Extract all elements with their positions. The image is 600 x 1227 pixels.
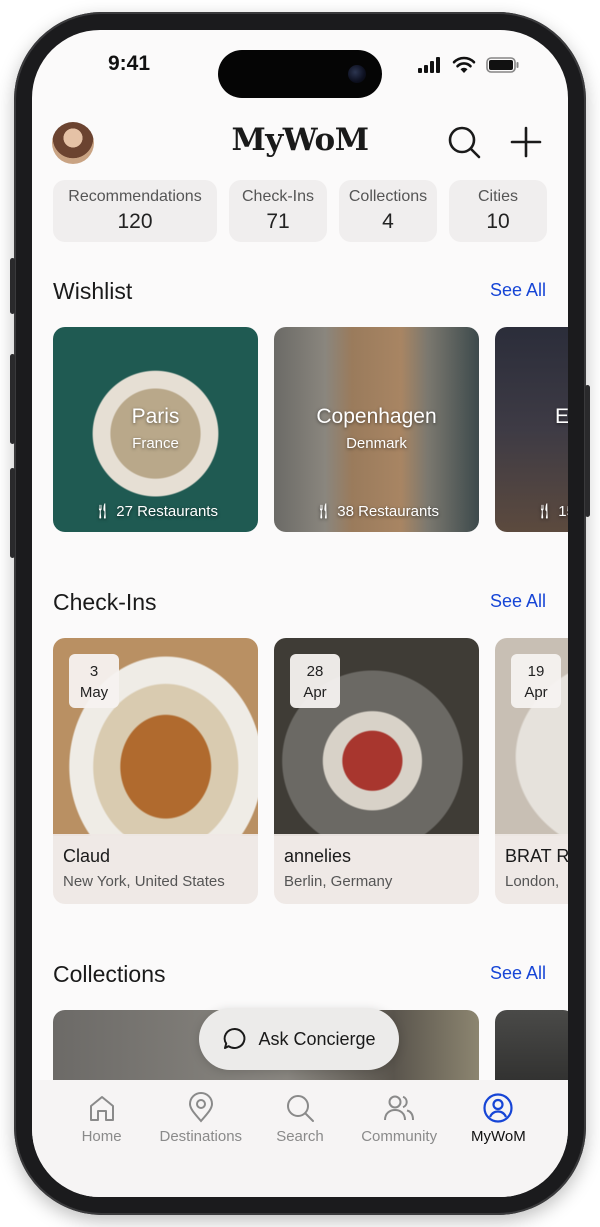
checkin-location: Berlin, Germany xyxy=(284,873,393,890)
checkin-name: annelies xyxy=(284,846,352,866)
collections-title: Collections xyxy=(53,961,166,987)
cutlery-icon: 🍴︎ xyxy=(93,503,113,520)
power-button xyxy=(585,385,590,517)
card-city: Copenhagen xyxy=(316,405,437,428)
tab-label: MyWoM xyxy=(470,1128,526,1145)
tab-mywom[interactable]: MyWoM xyxy=(452,1092,544,1197)
checkins-title: Check-Ins xyxy=(53,589,157,615)
checkin-card[interactable]: 19 Apr BRAT R London, xyxy=(495,638,568,904)
volume-down-button xyxy=(10,468,15,558)
search-icon[interactable] xyxy=(446,124,482,160)
map-pin-icon xyxy=(188,1092,213,1123)
card-restaurant-count: 🍴︎ 27 Restaurants xyxy=(53,502,258,520)
stat-recommendations[interactable]: Recommendations 120 xyxy=(53,180,217,242)
ask-concierge-button[interactable]: Ask Concierge xyxy=(199,1008,399,1070)
card-country: Denmark xyxy=(346,435,407,452)
add-icon[interactable] xyxy=(508,124,544,160)
dynamic-island xyxy=(218,50,382,98)
cutlery-icon: 🍴︎ xyxy=(535,503,555,520)
card-city: E xyxy=(555,405,568,428)
status-time: 9:41 xyxy=(108,52,151,75)
checkin-name: BRAT R xyxy=(505,846,568,866)
stat-label: Recommendations xyxy=(68,188,202,205)
chat-bubble-icon xyxy=(224,1027,246,1049)
date-badge: 3 May xyxy=(69,654,119,708)
stat-value: 71 xyxy=(266,210,290,233)
app-screen: 9:41 MyWoM Recommendations 120 Check-Ins… xyxy=(32,30,568,1197)
date-month: Apr xyxy=(303,684,327,701)
stat-value: 4 xyxy=(382,210,394,233)
tab-bar: Home Destinations Search Community MyWoM xyxy=(32,1080,568,1197)
stat-label: Cities xyxy=(477,188,518,205)
volume-up-button xyxy=(10,354,15,444)
wifi-icon xyxy=(452,56,476,73)
card-restaurant-count: 🍴︎ 15 xyxy=(535,502,568,520)
stats-row: Recommendations 120 Check-Ins 71 Collect… xyxy=(53,180,547,242)
tab-community[interactable]: Community xyxy=(353,1092,445,1197)
card-country: France xyxy=(132,435,179,452)
stat-label: Collections xyxy=(348,188,428,205)
tab-label: Search xyxy=(276,1128,324,1145)
cutlery-icon: 🍴︎ xyxy=(314,503,334,520)
collections-see-all-link[interactable]: See All xyxy=(490,963,546,984)
status-icons xyxy=(418,56,520,74)
checkin-location: New York, United States xyxy=(63,873,225,890)
search-icon xyxy=(286,1095,314,1122)
stat-collections[interactable]: Collections 4 xyxy=(339,180,437,242)
date-day: 19 xyxy=(527,663,545,680)
checkin-card[interactable]: 3 May Claud New York, United States xyxy=(53,638,258,904)
card-restaurant-count: 🍴︎ 38 Restaurants xyxy=(274,502,479,520)
tab-label: Community xyxy=(361,1128,438,1145)
date-day: 3 xyxy=(89,663,99,680)
home-icon xyxy=(89,1096,114,1121)
wishlist-card-partial[interactable]: E 🍴︎ 15 xyxy=(495,327,568,532)
tab-home[interactable]: Home xyxy=(56,1092,148,1197)
stat-value: 120 xyxy=(117,210,153,233)
restaurant-count-label: 38 Restaurants xyxy=(337,503,439,520)
battery-icon xyxy=(486,57,519,73)
wishlist-carousel[interactable]: Paris France 🍴︎ 27 Restaurants Copenhage… xyxy=(53,327,568,532)
checkin-footer: annelies Berlin, Germany xyxy=(274,834,479,904)
checkin-name: Claud xyxy=(63,846,111,866)
wishlist-title: Wishlist xyxy=(53,278,133,304)
tab-label: Destinations xyxy=(159,1128,243,1145)
checkins-carousel[interactable]: 3 May Claud New York, United States 28 A… xyxy=(53,638,568,904)
action-button xyxy=(10,258,15,314)
checkin-footer: Claud New York, United States xyxy=(53,834,258,904)
date-badge: 28 Apr xyxy=(290,654,340,708)
checkin-footer: BRAT R London, xyxy=(495,834,568,904)
tab-destinations[interactable]: Destinations xyxy=(155,1092,247,1197)
wishlist-card-copenhagen[interactable]: Copenhagen Denmark 🍴︎ 38 Restaurants xyxy=(274,327,479,532)
wishlist-see-all-link[interactable]: See All xyxy=(490,280,546,301)
restaurant-count-label: 15 xyxy=(558,503,568,520)
restaurant-count-label: 27 Restaurants xyxy=(116,503,218,520)
signal-icon xyxy=(418,57,440,73)
date-month: May xyxy=(79,684,109,701)
camera-icon xyxy=(348,65,366,83)
checkins-see-all-link[interactable]: See All xyxy=(490,591,546,612)
date-day: 28 xyxy=(306,663,324,680)
stat-label: Check-Ins xyxy=(241,188,315,205)
stat-cities[interactable]: Cities 10 xyxy=(449,180,547,242)
tab-search[interactable]: Search xyxy=(254,1092,346,1197)
ask-concierge-label: Ask Concierge xyxy=(258,1028,376,1049)
stat-value: 10 xyxy=(486,210,510,233)
profile-icon xyxy=(483,1093,513,1123)
people-icon xyxy=(384,1095,415,1121)
card-city: Paris xyxy=(131,405,180,428)
collection-card[interactable] xyxy=(495,1010,568,1090)
date-month: Apr xyxy=(524,684,548,701)
checkin-card[interactable]: 28 Apr annelies Berlin, Germany xyxy=(274,638,479,904)
app-title: MyWoM xyxy=(231,122,369,158)
checkin-location: London, xyxy=(505,873,560,890)
wishlist-card-paris[interactable]: Paris France 🍴︎ 27 Restaurants xyxy=(53,327,258,532)
tab-label: Home xyxy=(81,1128,122,1145)
date-badge: 19 Apr xyxy=(511,654,561,708)
stat-checkins[interactable]: Check-Ins 71 xyxy=(229,180,327,242)
